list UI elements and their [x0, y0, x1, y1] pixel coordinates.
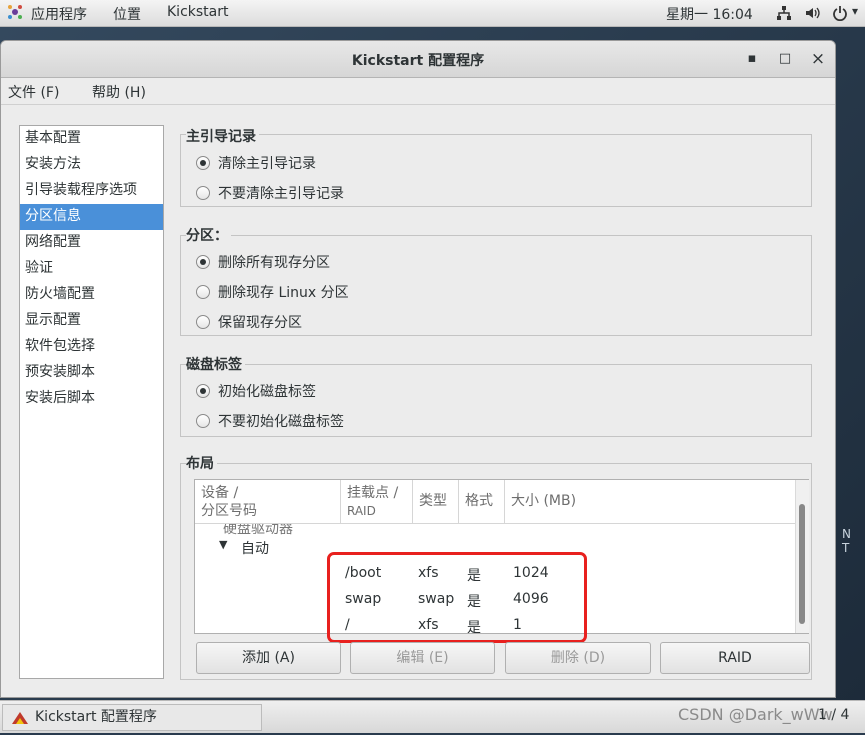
remove-linux-radio[interactable]: 删除现存 Linux 分区	[196, 283, 349, 301]
active-app-menu[interactable]: Kickstart	[167, 4, 228, 20]
column-header-size[interactable]: 大小 (MB)	[505, 480, 797, 524]
window-title: Kickstart 配置程序	[351, 53, 485, 69]
sidebar-item[interactable]: 安装后脚本	[20, 386, 163, 412]
sidebar-item-selected[interactable]: 分区信息	[20, 204, 163, 230]
chevron-down-icon[interactable]: ▾	[852, 4, 858, 18]
header-line: RAID	[347, 504, 376, 518]
column-header-type[interactable]: 类型	[413, 480, 459, 524]
partition-tree[interactable]: 设备 / 分区号码 挂载点 / RAID 类型 格式 大小 (MB) 硬盘驱动器…	[194, 479, 809, 634]
window-titlebar[interactable]: Kickstart 配置程序 ▪ □ ×	[1, 41, 835, 78]
places-menu[interactable]: 位置	[113, 4, 141, 24]
minimize-button[interactable]: ▪	[743, 50, 761, 68]
kickstart-app-icon	[11, 710, 29, 735]
sidebar-item[interactable]: 验证	[20, 256, 163, 282]
tree-scrollbar[interactable]	[795, 480, 809, 633]
chevron-down-icon[interactable]: ▼	[219, 538, 227, 551]
radio-checked-icon	[196, 255, 210, 269]
sidebar-item[interactable]: 安装方法	[20, 152, 163, 178]
mbr-title: 主引导记录	[186, 126, 259, 146]
preserve-radio[interactable]: 保留现存分区	[196, 313, 302, 331]
edit-button[interactable]: 编辑 (E)	[350, 642, 495, 674]
row-size[interactable]: 1	[513, 617, 522, 633]
scrollbar-thumb[interactable]	[799, 504, 805, 624]
column-header-format[interactable]: 格式	[459, 480, 505, 524]
sidebar-item[interactable]: 显示配置	[20, 308, 163, 334]
row-type[interactable]: xfs	[418, 565, 439, 581]
radio-unchecked-icon	[196, 285, 210, 299]
header-line: 分区号码	[201, 503, 257, 519]
row-format[interactable]: 是	[467, 591, 481, 611]
radio-label: 不要初始化磁盘标签	[218, 414, 344, 430]
sidebar-item[interactable]: 预安装脚本	[20, 360, 163, 386]
row-type[interactable]: swap	[418, 591, 454, 607]
row-format[interactable]: 是	[467, 565, 481, 585]
menu-bar: 文件 (F) 帮助 (H)	[1, 78, 835, 105]
radio-unchecked-icon	[196, 186, 210, 200]
apps-menu-icon[interactable]	[6, 3, 24, 25]
radio-unchecked-icon	[196, 315, 210, 329]
partitions-title: 分区：	[186, 225, 231, 245]
radio-label: 保留现存分区	[218, 315, 302, 331]
clock[interactable]: 星期一 16:04	[666, 4, 753, 24]
delete-button[interactable]: 删除 (D)	[505, 642, 651, 674]
radio-label: 初始化磁盘标签	[218, 384, 316, 400]
sidebar-item[interactable]: 基本配置	[20, 126, 163, 152]
volume-icon[interactable]	[804, 5, 820, 25]
radio-label: 删除现存 Linux 分区	[218, 285, 349, 301]
workspace-pager[interactable]: 1 / 4	[818, 707, 849, 723]
mbr-keep-radio[interactable]: 不要清除主引导记录	[196, 184, 344, 202]
apps-menu[interactable]: 应用程序	[31, 4, 87, 24]
taskbar-window-button[interactable]: Kickstart 配置程序	[2, 704, 262, 731]
row-mount[interactable]: swap	[345, 591, 381, 607]
add-button[interactable]: 添加 (A)	[196, 642, 341, 674]
layout-title: 布局	[186, 453, 217, 473]
sidebar-item[interactable]: 网络配置	[20, 230, 163, 256]
radio-checked-icon	[196, 156, 210, 170]
init-disklabel-radio[interactable]: 初始化磁盘标签	[196, 382, 316, 400]
raid-button[interactable]: RAID	[660, 642, 810, 674]
remove-all-radio[interactable]: 删除所有现存分区	[196, 253, 330, 271]
desktop-logo-text: N T	[842, 527, 854, 555]
power-icon[interactable]	[832, 5, 848, 25]
csdn-watermark: CSDN @Dark_wWw	[678, 705, 833, 724]
column-header-device[interactable]: 设备 / 分区号码	[195, 480, 341, 524]
radio-label: 清除主引导记录	[218, 156, 316, 172]
header-line: 设备 /	[201, 485, 239, 501]
sidebar-item[interactable]: 软件包选择	[20, 334, 163, 360]
close-button[interactable]: ×	[809, 50, 827, 68]
top-bar: 应用程序 位置 Kickstart 星期一 16:04 ▾	[0, 0, 865, 27]
no-init-disklabel-radio[interactable]: 不要初始化磁盘标签	[196, 412, 344, 430]
disklabel-title: 磁盘标签	[186, 354, 245, 374]
row-mount[interactable]: /boot	[345, 565, 381, 581]
radio-label: 不要清除主引导记录	[218, 186, 344, 202]
network-icon[interactable]	[776, 5, 792, 25]
row-mount[interactable]: /	[345, 617, 350, 633]
file-menu[interactable]: 文件 (F)	[8, 82, 59, 102]
tree-group-auto[interactable]: 自动	[241, 538, 269, 558]
radio-unchecked-icon	[196, 414, 210, 428]
row-type[interactable]: xfs	[418, 617, 439, 633]
row-size[interactable]: 4096	[513, 591, 549, 607]
sidebar-item[interactable]: 引导装载程序选项	[20, 178, 163, 204]
radio-label: 删除所有现存分区	[218, 255, 330, 271]
taskbar: Kickstart 配置程序 CSDN @Dark_wWw 1 / 4	[0, 700, 865, 733]
column-header-mount[interactable]: 挂载点 / RAID	[341, 480, 413, 524]
category-list: 基本配置 安装方法 引导装载程序选项 分区信息 网络配置 验证 防火墙配置 显示…	[19, 125, 164, 679]
maximize-button[interactable]: □	[776, 50, 794, 68]
sidebar-item[interactable]: 防火墙配置	[20, 282, 163, 308]
radio-checked-icon	[196, 384, 210, 398]
row-format[interactable]: 是	[467, 617, 481, 633]
row-size[interactable]: 1024	[513, 565, 549, 581]
help-menu[interactable]: 帮助 (H)	[92, 82, 146, 102]
header-line: 挂载点 /	[347, 485, 399, 501]
taskbar-window-title: Kickstart 配置程序	[35, 709, 157, 725]
mbr-clear-radio[interactable]: 清除主引导记录	[196, 154, 316, 172]
